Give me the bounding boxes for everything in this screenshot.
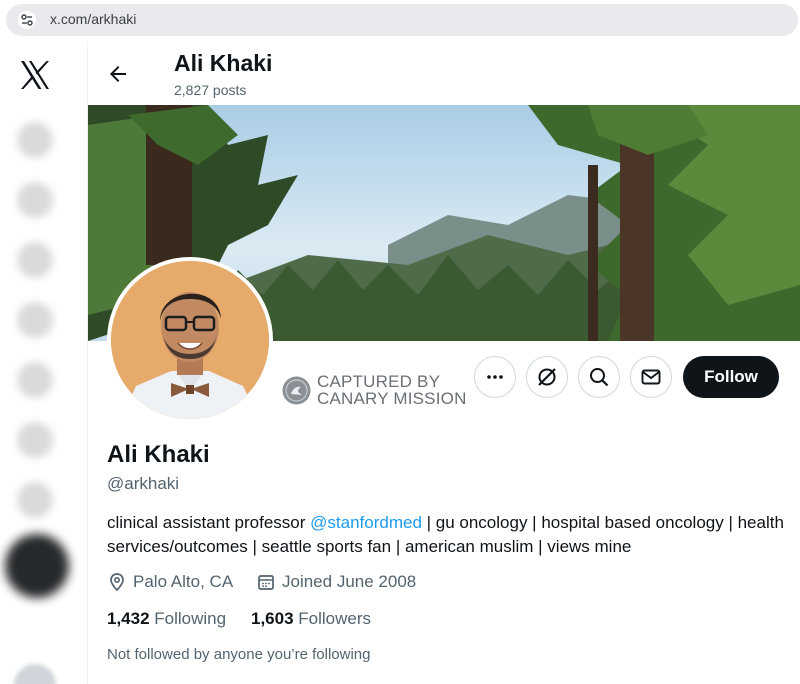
profile-header: Ali Khaki 2,827 posts — [88, 42, 800, 105]
following-link[interactable]: 1,432 Following — [107, 609, 226, 629]
watermark-line-1: CAPTURED BY — [317, 372, 441, 391]
left-nav — [0, 42, 88, 684]
nav-profile-icon[interactable] — [17, 482, 53, 518]
followers-link[interactable]: 1,603 Followers — [251, 609, 371, 629]
x-logo-icon[interactable] — [17, 57, 53, 93]
profile-bio: clinical assistant professor @stanfordme… — [107, 511, 787, 559]
avatar-photo — [111, 261, 269, 419]
profile-name: Ali Khaki — [107, 441, 210, 468]
nav-grok-icon[interactable] — [17, 362, 53, 398]
profile-handle: @arkhaki — [107, 474, 180, 493]
grok-button[interactable] — [526, 356, 568, 398]
follow-button[interactable]: Follow — [683, 356, 779, 398]
search-icon — [590, 368, 609, 387]
nav-bookmarks-icon[interactable] — [17, 422, 53, 458]
grok-icon — [538, 368, 556, 386]
nav-home-icon[interactable] — [17, 122, 53, 158]
following-label: Following — [154, 609, 227, 628]
calendar-icon — [258, 575, 274, 590]
more-button[interactable] — [474, 356, 516, 398]
location-text: Palo Alto, CA — [133, 572, 234, 591]
not-followed-note: Not followed by anyone you’re following — [107, 646, 371, 663]
site-settings-icon[interactable] — [18, 11, 36, 29]
nav-account-avatar[interactable] — [14, 664, 56, 684]
header-name: Ali Khaki — [174, 50, 273, 76]
bio-mention-link[interactable]: @stanfordmed — [310, 513, 422, 532]
url-text[interactable]: x.com/arkhaki — [50, 11, 136, 27]
following-count: 1,432 — [107, 609, 150, 628]
message-button[interactable] — [630, 356, 672, 398]
followers-count: 1,603 — [251, 609, 294, 628]
watermark-line-2: CANARY MISSION — [317, 389, 467, 408]
more-icon — [487, 375, 503, 379]
nav-notifications-icon[interactable] — [17, 242, 53, 278]
profile-avatar[interactable] — [107, 257, 273, 423]
canary-mission-watermark: CAPTURED BY CANARY MISSION — [282, 373, 467, 407]
bio-text: clinical assistant professor — [107, 513, 311, 532]
address-field[interactable]: x.com/arkhaki — [6, 4, 798, 36]
nav-explore-icon[interactable] — [17, 182, 53, 218]
back-arrow-icon[interactable] — [106, 62, 130, 86]
canary-seal-icon — [282, 376, 311, 404]
search-button[interactable] — [578, 356, 620, 398]
location-icon — [110, 573, 124, 592]
profile-joined: Joined June 2008 — [256, 572, 416, 592]
nav-messages-icon[interactable] — [17, 302, 53, 338]
nav-post-button[interactable] — [5, 534, 69, 598]
message-icon — [641, 369, 661, 385]
browser-address-bar: x.com/arkhaki — [0, 0, 800, 42]
joined-text: Joined June 2008 — [282, 572, 417, 591]
post-count: 2,827 posts — [174, 82, 247, 98]
followers-label: Followers — [298, 609, 372, 628]
profile-location: Palo Alto, CA — [107, 572, 233, 592]
